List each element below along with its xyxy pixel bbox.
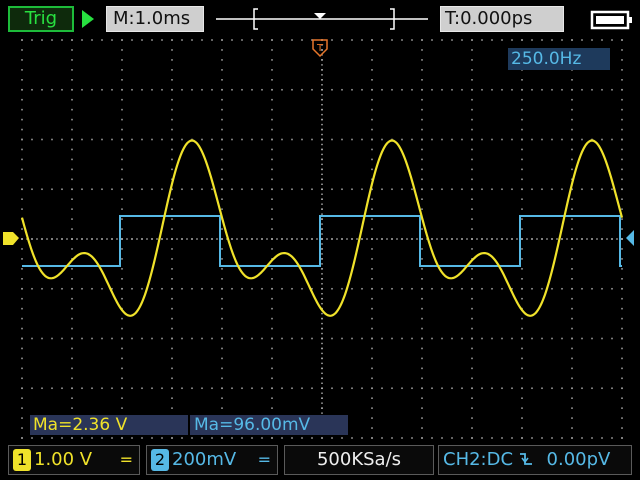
battery-icon bbox=[590, 10, 632, 30]
bottom-status-bar: 1 1.00 V = 2 200mV = 500KSa/s CH2:DC 0.00p… bbox=[0, 440, 640, 480]
ch1-badge: 1 bbox=[13, 449, 31, 471]
trigger-level: 0.00pV bbox=[546, 449, 611, 470]
falling-edge-icon bbox=[519, 453, 532, 465]
trigger-level-marker-icon bbox=[626, 230, 634, 246]
timebase-display[interactable]: M:1.0ms bbox=[106, 6, 204, 32]
ch1-settings[interactable]: 1 1.00 V = bbox=[8, 445, 140, 475]
trigger-position-track[interactable] bbox=[210, 5, 434, 33]
ch1-scale: 1.00 V bbox=[34, 449, 93, 470]
trigger-time-marker-icon: T bbox=[312, 39, 328, 58]
ch2-measurement: Ma=96.00mV bbox=[190, 415, 348, 435]
waveform-canvas: T bbox=[3, 39, 634, 439]
sample-rate-display[interactable]: 500KSa/s bbox=[284, 445, 434, 475]
graticule bbox=[21, 39, 623, 439]
trigger-marker-label: T bbox=[316, 43, 324, 54]
ch1-ground-marker-icon bbox=[3, 232, 19, 245]
waveform-display[interactable]: T 250.0Hz Ma=2.36 V Ma=96.00mV bbox=[0, 38, 640, 440]
trigger-position-marker-icon bbox=[314, 13, 326, 19]
frequency-readout: 250.0Hz bbox=[508, 48, 610, 70]
trigger-offset-display[interactable]: T:0.000ps bbox=[440, 6, 564, 32]
ch1-coupling-icon: = bbox=[119, 450, 133, 469]
play-triangle-icon[interactable] bbox=[80, 8, 96, 30]
trigger-status-button[interactable]: Trig bbox=[8, 6, 74, 32]
ch2-settings[interactable]: 2 200mV = bbox=[146, 445, 278, 475]
ch2-badge: 2 bbox=[151, 449, 169, 471]
ch2-scale: 200mV bbox=[172, 449, 237, 470]
ch1-measurement: Ma=2.36 V bbox=[30, 415, 188, 435]
trigger-settings[interactable]: CH2:DC 0.00pV bbox=[438, 445, 632, 475]
ch2-coupling-icon: = bbox=[257, 450, 271, 469]
top-status-bar: Trig M:1.0ms T:0.000ps bbox=[0, 0, 640, 38]
trigger-source: CH2:DC bbox=[443, 449, 514, 470]
